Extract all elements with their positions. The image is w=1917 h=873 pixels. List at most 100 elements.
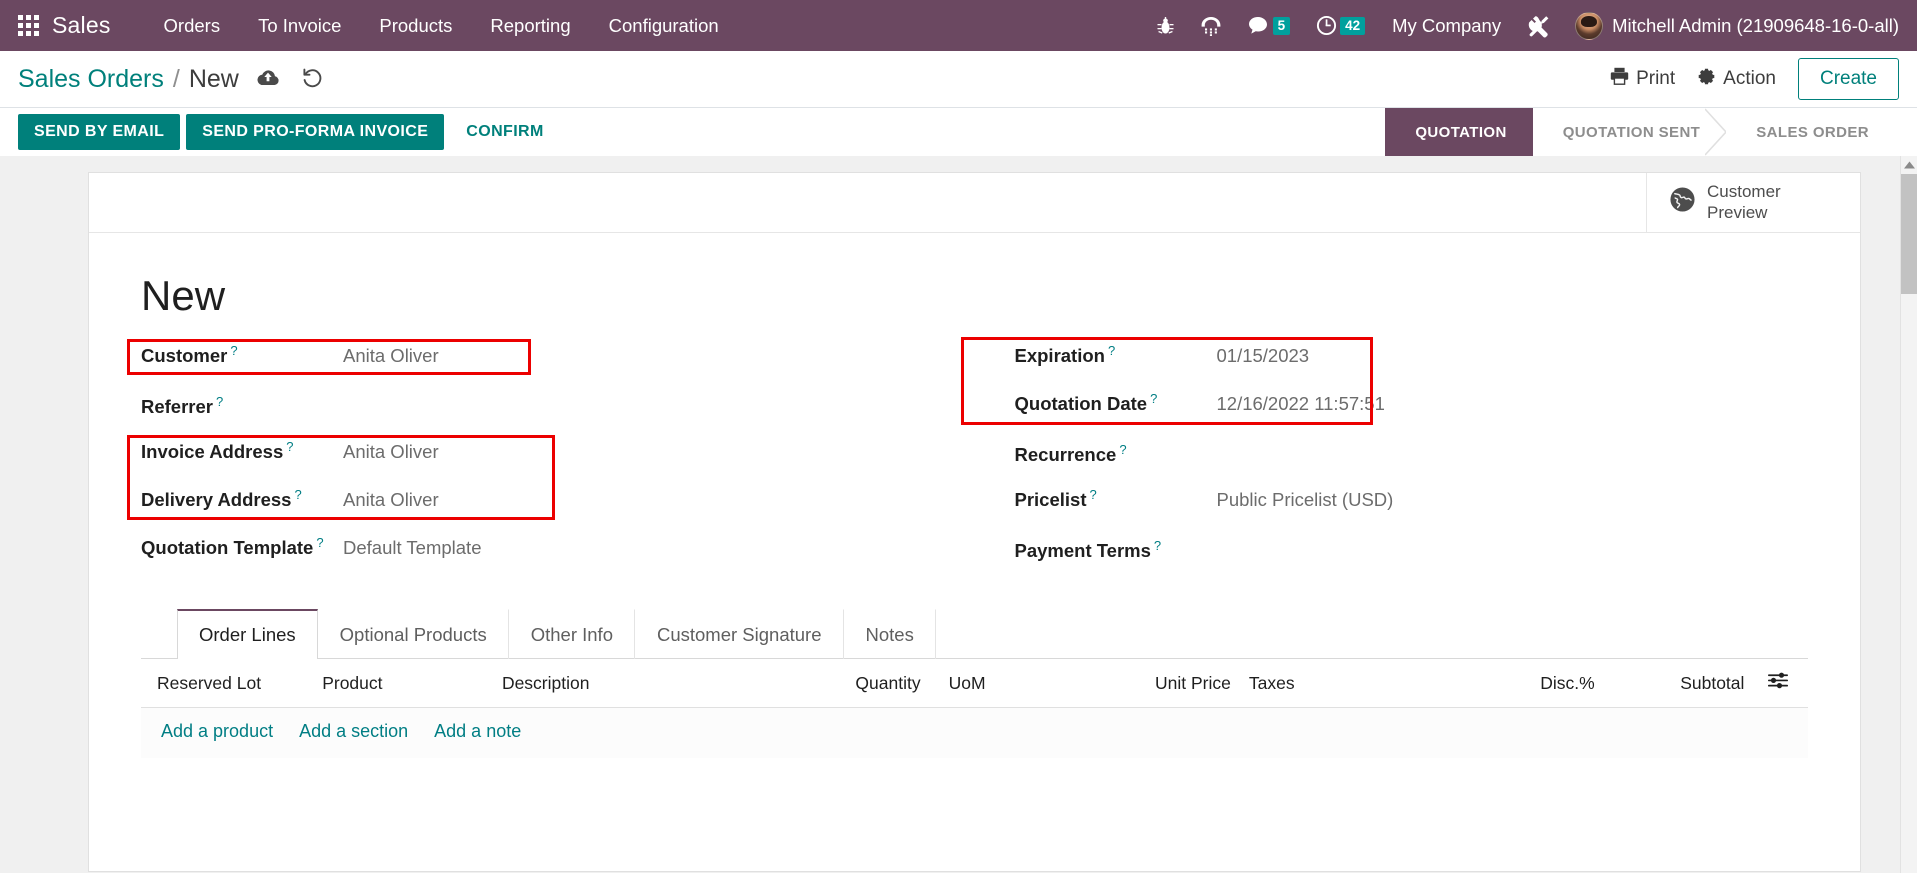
column-product[interactable]: Product — [312, 659, 492, 709]
field-customer-label-text: Customer — [141, 345, 228, 367]
column-taxes[interactable]: Taxes — [1240, 659, 1445, 709]
field-invoice-address-value[interactable]: Anita Oliver — [343, 441, 927, 463]
tools-icon[interactable] — [1515, 0, 1565, 51]
field-recurrence-value[interactable] — [1217, 439, 1809, 461]
menu-to-invoice[interactable]: To Invoice — [239, 0, 360, 51]
field-invoice-address[interactable]: Invoice Address? Anita Oliver — [141, 439, 927, 487]
action-button[interactable]: Action — [1697, 67, 1776, 92]
caret-up-icon[interactable] — [1901, 156, 1917, 173]
record-save-discard — [256, 68, 324, 88]
menu-reporting[interactable]: Reporting — [471, 0, 589, 51]
field-expiration-value[interactable]: 01/15/2023 — [1217, 345, 1809, 367]
field-customer-label: Customer? — [141, 343, 343, 367]
user-menu[interactable]: Mitchell Admin (21909648-16-0-all) — [1565, 11, 1917, 40]
table-header-row: Reserved Lot Product Description Quantit… — [141, 659, 1808, 709]
menu-products[interactable]: Products — [360, 0, 471, 51]
tooltip-icon[interactable]: ? — [230, 343, 237, 358]
customer-preview-line2: Preview — [1707, 202, 1768, 222]
menu-orders[interactable]: Orders — [145, 0, 240, 51]
status-bar: QUOTATION QUOTATION SENT SALES ORDER — [1385, 108, 1917, 156]
field-referrer[interactable]: Referrer? — [141, 391, 927, 439]
field-quotation-date[interactable]: Quotation Date? 12/16/2022 11:57:51 — [1015, 391, 1809, 439]
breadcrumb-separator: / — [172, 64, 180, 93]
column-uom[interactable]: UoM — [930, 659, 1049, 709]
tab-customer-signature[interactable]: Customer Signature — [635, 609, 844, 660]
menu-configuration[interactable]: Configuration — [590, 0, 738, 51]
stage-sales-order[interactable]: SALES ORDER — [1726, 108, 1895, 156]
send-pro-forma-invoice-button[interactable]: SEND PRO-FORMA INVOICE — [186, 114, 445, 150]
field-quotation-date-value[interactable]: 12/16/2022 11:57:51 — [1217, 393, 1809, 415]
printer-icon — [1610, 67, 1629, 91]
field-delivery-address-value[interactable]: Anita Oliver — [343, 489, 927, 511]
add-a-product-link[interactable]: Add a product — [161, 721, 273, 742]
activity-clock-icon[interactable]: 42 — [1303, 0, 1378, 51]
control-panel-actions: Print Action Create — [1610, 58, 1899, 100]
apps-grid-icon[interactable] — [18, 14, 40, 37]
column-disc-percent[interactable]: Disc.% — [1444, 659, 1605, 709]
tooltip-icon[interactable]: ? — [1150, 391, 1157, 406]
field-payment-terms-value[interactable] — [1217, 535, 1809, 557]
field-expiration-label: Expiration? — [1015, 343, 1217, 367]
field-pricelist[interactable]: Pricelist? Public Pricelist (USD) — [1015, 487, 1809, 535]
field-pricelist-value[interactable]: Public Pricelist (USD) — [1217, 489, 1809, 511]
customer-preview-line1: Customer — [1707, 182, 1781, 202]
tab-other-info[interactable]: Other Info — [509, 609, 635, 660]
vertical-scrollbar[interactable] — [1900, 156, 1917, 873]
field-customer[interactable]: Customer? Anita Oliver — [141, 343, 927, 391]
undo-icon[interactable] — [302, 68, 324, 88]
field-pricelist-label-text: Pricelist — [1014, 489, 1087, 511]
sliders-icon[interactable] — [1754, 659, 1808, 709]
stage-quotation-label: QUOTATION — [1415, 123, 1507, 141]
field-pricelist-label: Pricelist? — [1015, 487, 1217, 511]
tooltip-icon[interactable]: ? — [316, 535, 323, 550]
cloud-upload-icon[interactable] — [256, 69, 280, 87]
breadcrumb-sales-orders[interactable]: Sales Orders — [18, 65, 164, 94]
top-navbar: Sales Orders To Invoice Products Reporti… — [0, 0, 1917, 51]
tooltip-icon[interactable]: ? — [286, 439, 293, 454]
column-quantity[interactable]: Quantity — [791, 659, 931, 709]
field-payment-terms-label: Payment Terms? — [1015, 538, 1217, 562]
scrollbar-thumb[interactable] — [1901, 174, 1917, 294]
stage-quotation[interactable]: QUOTATION — [1385, 108, 1556, 156]
field-customer-value[interactable]: Anita Oliver — [343, 345, 927, 367]
tooltip-icon[interactable]: ? — [216, 394, 223, 409]
field-payment-terms[interactable]: Payment Terms? — [1015, 535, 1809, 583]
field-recurrence[interactable]: Recurrence? — [1015, 439, 1809, 487]
tooltip-icon[interactable]: ? — [1119, 442, 1126, 457]
company-switcher[interactable]: My Company — [1378, 15, 1515, 37]
field-quotation-template-value[interactable]: Default Template — [343, 537, 927, 559]
tab-optional-products[interactable]: Optional Products — [318, 609, 509, 660]
field-referrer-value[interactable] — [343, 391, 927, 413]
tooltip-icon[interactable]: ? — [1108, 343, 1115, 358]
tab-notes[interactable]: Notes — [844, 609, 936, 660]
send-by-email-button[interactable]: SEND BY EMAIL — [18, 114, 181, 150]
tab-order-lines[interactable]: Order Lines — [177, 609, 318, 660]
messages-badge: 5 — [1272, 16, 1291, 35]
order-lines-table: Reserved Lot Product Description Quantit… — [141, 659, 1808, 805]
field-recurrence-label: Recurrence? — [1015, 442, 1217, 466]
field-quotation-template[interactable]: Quotation Template? Default Template — [141, 535, 927, 583]
column-subtotal[interactable]: Subtotal — [1604, 659, 1755, 709]
print-button[interactable]: Print — [1610, 67, 1675, 91]
add-a-section-link[interactable]: Add a section — [299, 721, 408, 742]
customer-preview-button[interactable]: Customer Preview — [1646, 173, 1860, 232]
print-label: Print — [1636, 68, 1676, 89]
app-brand-sales[interactable]: Sales — [52, 12, 111, 39]
stage-quotation-sent[interactable]: QUOTATION SENT — [1532, 108, 1728, 156]
field-expiration[interactable]: Expiration? 01/15/2023 — [1015, 343, 1809, 391]
column-unit-price[interactable]: Unit Price — [1048, 659, 1241, 709]
tooltip-icon[interactable]: ? — [1090, 487, 1097, 502]
column-reserved-lot[interactable]: Reserved Lot — [141, 659, 313, 709]
tooltip-icon[interactable]: ? — [294, 487, 301, 502]
column-description[interactable]: Description — [491, 659, 792, 709]
form-column-right: Expiration? 01/15/2023 Quotation Date? 1… — [960, 337, 1809, 583]
phone-icon[interactable] — [1187, 0, 1235, 51]
add-a-note-link[interactable]: Add a note — [434, 721, 521, 742]
field-delivery-address[interactable]: Delivery Address? Anita Oliver — [141, 487, 927, 535]
add-links-group: Add a product Add a section Add a note — [151, 721, 1798, 742]
tooltip-icon[interactable]: ? — [1154, 538, 1161, 553]
confirm-button[interactable]: CONFIRM — [450, 114, 559, 150]
messages-icon[interactable]: 5 — [1235, 0, 1304, 51]
create-button[interactable]: Create — [1797, 58, 1899, 100]
bug-icon[interactable] — [1144, 0, 1187, 51]
